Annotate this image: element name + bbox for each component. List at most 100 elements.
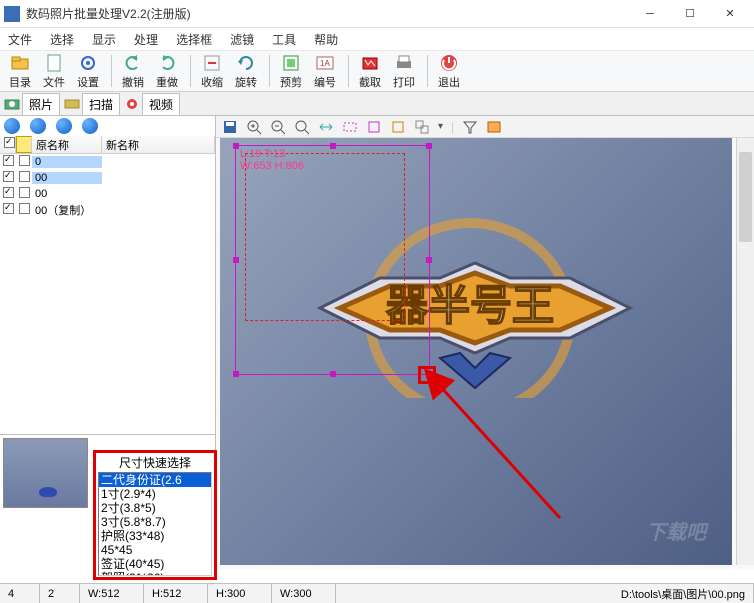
tb-shrink[interactable]: 收缩 <box>196 53 228 90</box>
selection-box[interactable] <box>235 145 430 375</box>
handle-tm[interactable] <box>330 143 336 149</box>
selection-info: L:19 T:13W:653 H:806 <box>240 148 304 172</box>
size-panel-title: 尺寸快速选择 <box>96 453 214 472</box>
crop-a-icon[interactable] <box>366 119 382 135</box>
maximize-button[interactable]: ☐ <box>670 2 710 26</box>
tb-file[interactable]: 文件 <box>38 53 70 90</box>
nav-first[interactable] <box>4 118 20 134</box>
header-old-name[interactable]: 原名称 <box>32 136 102 153</box>
size-item[interactable]: 驾照(21*26) <box>99 571 211 576</box>
row-checkbox[interactable] <box>3 187 14 198</box>
tab-photo[interactable]: 照片 <box>22 93 60 115</box>
camera-icon <box>4 97 20 111</box>
menu-tool[interactable]: 工具 <box>272 31 296 48</box>
main-toolbar: 目录 文件 设置 撤销 重做 收缩 旋转 预剪 1A编号 截取 打印 退出 <box>0 50 754 92</box>
lock-column-icon[interactable] <box>16 136 32 153</box>
size-item[interactable]: 3寸(5.8*8.7) <box>99 515 211 529</box>
nav-last[interactable] <box>82 118 98 134</box>
status-count: 4 <box>0 584 40 603</box>
dropdown-chevron-icon[interactable]: ▾ <box>438 121 443 132</box>
menu-filter[interactable]: 滤镜 <box>230 31 254 48</box>
save-icon[interactable] <box>222 119 238 135</box>
size-item[interactable]: 二代身份证(2.6 <box>99 473 211 487</box>
menu-selbox[interactable]: 选择框 <box>176 31 212 48</box>
size-item[interactable]: 2寸(3.8*5) <box>99 501 211 515</box>
resize-icon[interactable] <box>414 119 430 135</box>
table-row[interactable]: 0 <box>0 154 215 170</box>
handle-tl[interactable] <box>233 143 239 149</box>
handle-mr[interactable] <box>426 257 432 263</box>
size-item[interactable]: 签证(40*45) <box>99 557 211 571</box>
handle-ml[interactable] <box>233 257 239 263</box>
tb-settings[interactable]: 设置 <box>72 53 104 90</box>
row-checkbox[interactable] <box>3 203 14 214</box>
tab-video[interactable]: 视频 <box>142 93 180 115</box>
minimize-button[interactable]: ─ <box>630 2 670 26</box>
close-button[interactable]: ✕ <box>710 2 750 26</box>
row-lock[interactable] <box>19 203 30 214</box>
tab-scan[interactable]: 扫描 <box>82 93 120 115</box>
crop-b-icon[interactable] <box>390 119 406 135</box>
zoom-in-icon[interactable] <box>246 119 262 135</box>
watermark: 下载吧 <box>646 516 706 545</box>
table-row[interactable]: 00 <box>0 186 215 202</box>
row-lock[interactable] <box>19 155 30 166</box>
status-h2: H:300 <box>208 584 272 603</box>
size-item[interactable]: 1寸(2.9*4) <box>99 487 211 501</box>
app-icon <box>4 6 20 22</box>
status-path: D:\tools\桌面\图片\00.png <box>336 584 754 603</box>
size-list[interactable]: 二代身份证(2.6 1寸(2.9*4) 2寸(3.8*5) 3寸(5.8*8.7… <box>98 472 212 576</box>
annotation-target-square <box>418 366 436 384</box>
vertical-scrollbar[interactable] <box>736 138 754 565</box>
tb-capture[interactable]: 截取 <box>354 53 386 90</box>
handle-bm[interactable] <box>330 371 336 377</box>
nav-prev[interactable] <box>30 118 46 134</box>
file-table-body: 0 00 00 00（复制） <box>0 154 215 218</box>
table-row[interactable]: 00（复制） <box>0 202 215 218</box>
window-title: 数码照片批量处理V2.2(注册版) <box>26 5 630 22</box>
zoom-fit-icon[interactable] <box>294 119 310 135</box>
size-item[interactable]: 护照(33*48) <box>99 529 211 543</box>
menu-bar: 文件 选择 显示 处理 选择框 滤镜 工具 帮助 <box>0 28 754 50</box>
zoom-out-icon[interactable] <box>270 119 286 135</box>
tb-preclip[interactable]: 预剪 <box>275 53 307 90</box>
menu-file[interactable]: 文件 <box>8 31 32 48</box>
scanner-icon <box>64 97 80 111</box>
status-w2: W:300 <box>272 584 336 603</box>
table-row[interactable]: 00 <box>0 170 215 186</box>
svg-text:1A: 1A <box>320 59 330 68</box>
image-icon[interactable] <box>486 119 502 135</box>
status-h: H:512 <box>144 584 208 603</box>
size-quick-select-panel: 尺寸快速选择 二代身份证(2.6 1寸(2.9*4) 2寸(3.8*5) 3寸(… <box>93 450 217 580</box>
title-bar: 数码照片批量处理V2.2(注册版) ─ ☐ ✕ <box>0 0 754 28</box>
tab-bar: 照片 扫描 视频 <box>0 92 754 116</box>
size-item[interactable]: 45*45 <box>99 543 211 557</box>
row-checkbox[interactable] <box>3 171 14 182</box>
row-checkbox[interactable] <box>3 155 14 166</box>
filter-icon[interactable] <box>462 119 478 135</box>
canvas-viewport[interactable]: 器半号王 L:19 T:13W:653 H:806 下载吧 <box>220 138 732 565</box>
menu-help[interactable]: 帮助 <box>314 31 338 48</box>
tb-rotate[interactable]: 旋转 <box>230 53 262 90</box>
arrows-h-icon[interactable] <box>318 119 334 135</box>
status-selected: 2 <box>40 584 80 603</box>
tb-number[interactable]: 1A编号 <box>309 53 341 90</box>
thumbnail-image[interactable] <box>3 438 88 508</box>
menu-display[interactable]: 显示 <box>92 31 116 48</box>
handle-bl[interactable] <box>233 371 239 377</box>
row-lock[interactable] <box>19 187 30 198</box>
tb-redo[interactable]: 重做 <box>151 53 183 90</box>
tb-undo[interactable]: 撤销 <box>117 53 149 90</box>
tb-exit[interactable]: 退出 <box>433 53 465 90</box>
select-all-checkbox[interactable] <box>4 137 15 148</box>
nav-next[interactable] <box>56 118 72 134</box>
menu-process[interactable]: 处理 <box>134 31 158 48</box>
header-new-name[interactable]: 新名称 <box>102 136 215 153</box>
status-w: W:512 <box>80 584 144 603</box>
handle-tr[interactable] <box>426 143 432 149</box>
menu-select[interactable]: 选择 <box>50 31 74 48</box>
tb-directory[interactable]: 目录 <box>4 53 36 90</box>
row-lock[interactable] <box>19 171 30 182</box>
select-rect-icon[interactable] <box>342 119 358 135</box>
tb-print[interactable]: 打印 <box>388 53 420 90</box>
